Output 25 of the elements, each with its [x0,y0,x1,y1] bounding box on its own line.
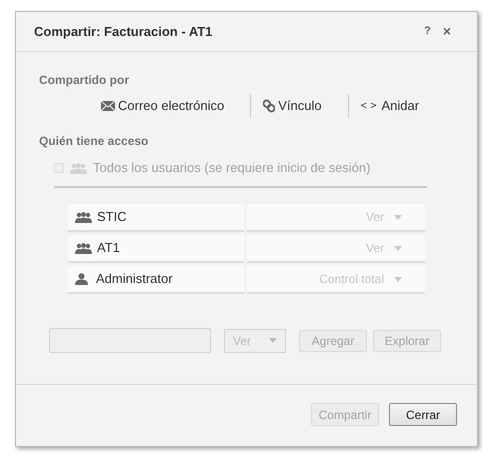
section-heading: Compartido por [39,72,130,87]
email-option[interactable]: Correo electrónico [101,94,252,118]
user-icon [75,273,88,285]
caret-icon [394,276,402,282]
input-field[interactable] [49,328,211,353]
checkbox-label: Todos los usuarios (se requiere inicio de sesión) [93,159,370,178]
section-heading: Quién tiene acceso [39,133,150,148]
principal-name: STIC [97,208,127,226]
users-icon [75,242,92,254]
envelope-icon [101,101,115,111]
caret-icon [269,338,277,343]
principal-name: Administrator [96,270,173,288]
principal-name: AT1 [97,239,120,258]
users-icon [75,212,92,222]
embed-option[interactable]: < > Anidar [360,94,420,118]
dialog-title: Compartir: Facturacion - AT1 [34,22,214,41]
code-brackets-icon: < > [360,98,376,114]
link-option[interactable]: Vínculo [263,94,349,118]
caret-icon [394,214,402,220]
help-button[interactable]: ? [424,23,431,40]
action-button[interactable]: Cerrar [389,403,457,426]
users-icon [70,162,87,174]
caret-icon [394,246,402,250]
close-button[interactable]: × [442,21,451,42]
chain-link-icon [263,99,276,113]
